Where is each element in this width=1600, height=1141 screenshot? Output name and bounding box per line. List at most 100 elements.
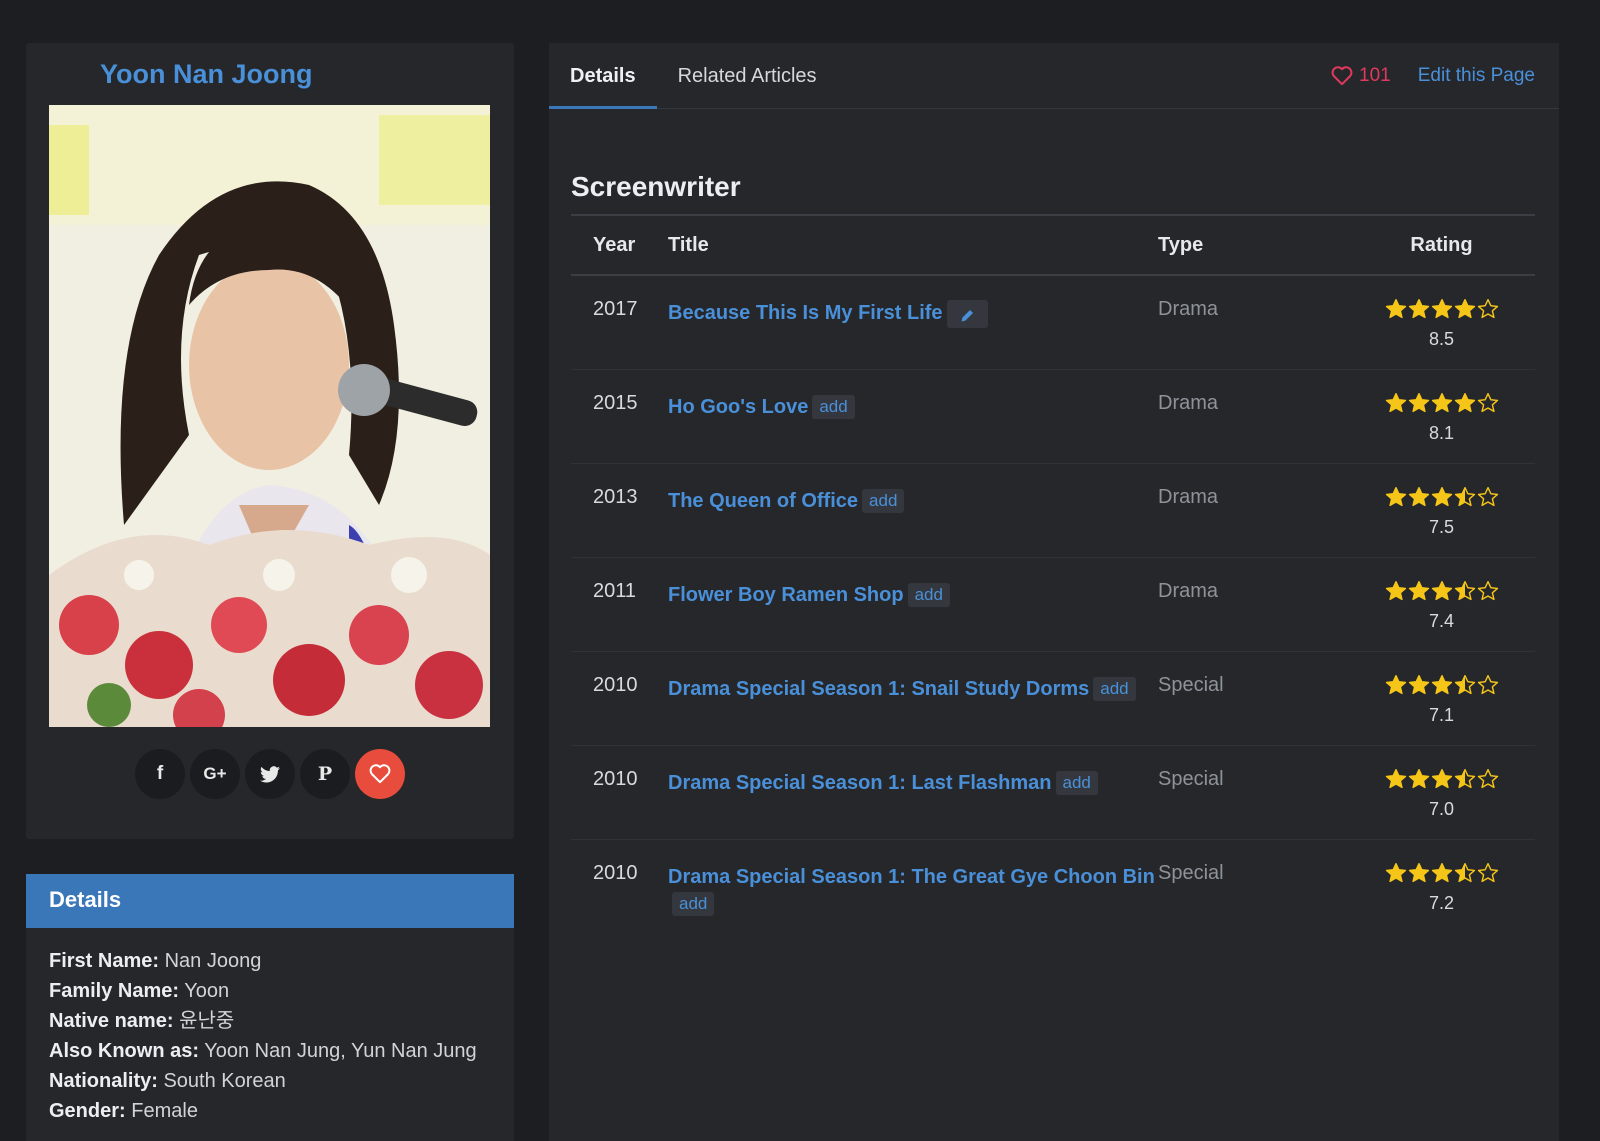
rating-value: 7.4 — [1428, 610, 1455, 631]
credits-table: Year Title Type Rating 2017 Because This … — [571, 214, 1535, 933]
star-rating — [1385, 862, 1499, 889]
cell-year: 2017 — [571, 275, 668, 370]
main-card: Details Related Articles 101 Edit this P… — [549, 43, 1559, 1141]
like-count: 101 — [1359, 65, 1391, 86]
table-row: 2015 Ho Goo's Love add Drama 8.1 — [571, 369, 1535, 464]
star-icon — [1477, 768, 1499, 795]
star-icon — [1477, 580, 1499, 607]
table-row: 2010 Drama Special Season 1: Last Flashma… — [571, 745, 1535, 840]
edit-note-button[interactable] — [946, 299, 988, 328]
section-title: Screenwriter — [571, 171, 741, 202]
star-icon — [1385, 862, 1407, 889]
star-icon — [1408, 580, 1430, 607]
detail-family-name: Family Name: Yoon — [49, 980, 230, 1002]
google-plus-icon[interactable]: G+ — [190, 749, 240, 799]
star-icon — [1431, 298, 1453, 325]
pencil-icon — [961, 309, 973, 322]
cell-title: Drama Special Season 1: Snail Study Dorm… — [668, 651, 1158, 746]
table-row: 2010 Drama Special Season 1: Snail Study … — [571, 651, 1535, 746]
cell-title: Flower Boy Ramen Shop add — [668, 557, 1158, 652]
cell-title: The Queen of Office add — [668, 463, 1158, 558]
detail-aka: Also Known as: Yoon Nan Jung, Yun Nan Ju… — [49, 1040, 477, 1062]
star-icon — [1454, 862, 1476, 889]
star-icon — [1454, 486, 1476, 513]
cell-type: Drama — [1158, 275, 1348, 370]
edit-page-link[interactable]: Edit this Page — [1418, 65, 1535, 87]
title-link[interactable]: Flower Boy Ramen Shop — [668, 584, 904, 606]
star-icon — [1454, 298, 1476, 325]
star-icon — [1477, 674, 1499, 701]
person-name: Yoon Nan Joong — [100, 59, 313, 89]
header-year[interactable]: Year — [571, 214, 668, 276]
cell-rating: 7.1 — [1348, 651, 1535, 746]
star-icon — [1385, 392, 1407, 419]
cell-year: 2013 — [571, 463, 668, 558]
add-note-button[interactable]: add — [1055, 771, 1098, 796]
header-rating[interactable]: Rating — [1348, 214, 1535, 276]
rating-value: 8.1 — [1428, 422, 1455, 443]
star-icon — [1385, 580, 1407, 607]
star-icon — [1385, 486, 1407, 513]
table-row: 2017 Because This Is My First Life Drama 8.… — [571, 275, 1535, 370]
star-icon — [1408, 486, 1430, 513]
star-icon — [1385, 674, 1407, 701]
tab-bar: Details Related Articles 101 Edit this P… — [549, 43, 1559, 109]
title-link[interactable]: Drama Special Season 1: Last Flashman — [668, 772, 1052, 794]
tab-details[interactable]: Details — [549, 43, 657, 109]
star-icon — [1431, 486, 1453, 513]
star-rating — [1385, 674, 1499, 701]
cell-rating: 8.5 — [1348, 275, 1535, 370]
header-type[interactable]: Type — [1158, 214, 1348, 276]
cell-title: Because This Is My First Life — [668, 275, 1158, 370]
star-icon — [1431, 768, 1453, 795]
star-icon — [1477, 298, 1499, 325]
title-link[interactable]: Drama Special Season 1: Snail Study Dorm… — [668, 678, 1089, 700]
like-button[interactable]: 101 — [1331, 65, 1391, 87]
cell-year: 2010 — [571, 651, 668, 746]
rating-value: 7.5 — [1428, 516, 1455, 537]
title-link[interactable]: Drama Special Season 1: The Great Gye Ch… — [668, 866, 1155, 888]
pinterest-icon[interactable]: P — [300, 749, 350, 799]
cell-title: Drama Special Season 1: Last Flashman add — [668, 745, 1158, 840]
add-note-button[interactable]: add — [862, 489, 905, 514]
share-buttons: f G+ P — [26, 749, 514, 799]
rating-value: 7.2 — [1428, 892, 1455, 913]
favorite-button[interactable] — [355, 749, 405, 799]
profile-card: Yoon Nan Joong f G+ P — [26, 43, 514, 839]
star-icon — [1408, 768, 1430, 795]
title-link[interactable]: Because This Is My First Life — [668, 302, 943, 324]
star-icon — [1454, 768, 1476, 795]
facebook-icon[interactable]: f — [135, 749, 185, 799]
add-note-button[interactable]: add — [812, 395, 855, 420]
detail-gender: Gender: Female — [49, 1100, 198, 1122]
cell-year: 2010 — [593, 861, 638, 884]
star-icon — [1454, 580, 1476, 607]
detail-nationality: Nationality: South Korean — [49, 1070, 286, 1092]
star-rating — [1385, 392, 1499, 419]
cell-rating: 8.1 — [1348, 369, 1535, 464]
header-title[interactable]: Title — [668, 214, 1158, 276]
cell-title: Ho Goo's Love add — [668, 369, 1158, 464]
star-icon — [1385, 768, 1407, 795]
details-card: Details First Name: Nan Joong Family Nam… — [26, 874, 514, 1141]
star-rating — [1385, 486, 1499, 513]
star-rating — [1385, 580, 1499, 607]
title-link[interactable]: The Queen of Office — [668, 490, 858, 512]
star-icon — [1408, 298, 1430, 325]
add-note-button[interactable]: add — [907, 583, 950, 608]
table-header-row: Year Title Type Rating — [571, 214, 1535, 276]
add-note-button[interactable]: add — [672, 891, 715, 916]
title-link[interactable]: Ho Goo's Love — [668, 396, 808, 418]
cell-type: Drama — [1158, 369, 1348, 464]
tab-actions: 101 Edit this Page — [1331, 43, 1535, 109]
star-icon — [1408, 862, 1430, 889]
tab-related-articles[interactable]: Related Articles — [657, 43, 838, 109]
star-icon — [1431, 674, 1453, 701]
cell-type: Special — [1158, 651, 1348, 746]
rating-value: 8.5 — [1428, 329, 1455, 349]
add-note-button[interactable]: add — [1093, 677, 1136, 702]
star-icon — [1385, 298, 1407, 325]
star-icon — [1431, 392, 1453, 419]
twitter-icon[interactable] — [245, 749, 295, 799]
star-icon — [1408, 392, 1430, 419]
